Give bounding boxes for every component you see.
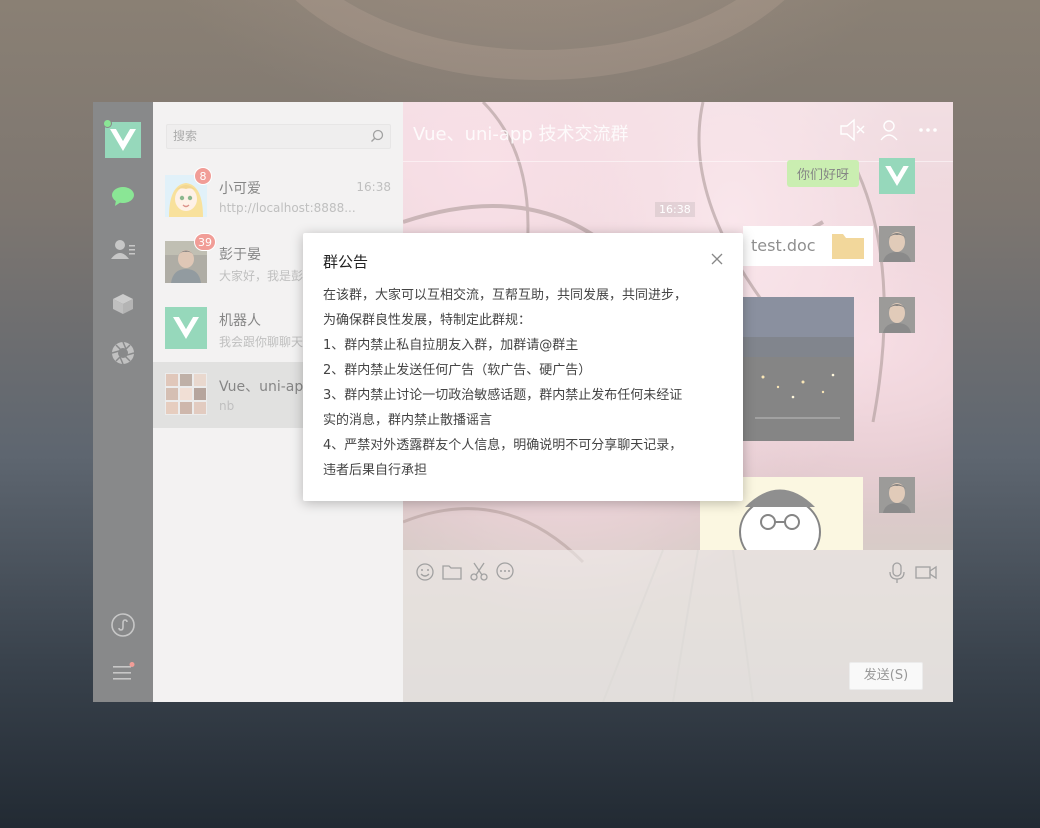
announcement-line: 在该群，大家可以互相交流，互帮互助，共同发展，共同进步，: [323, 288, 688, 303]
announcement-line: 3、群内禁止讨论一切政治敏感话题，群内禁止发布任何未经证: [323, 388, 683, 403]
announcement-line: 违者后果自行承担: [323, 463, 428, 478]
announcement-line: 1、群内禁止私自拉朋友入群，加群请@群主: [323, 338, 579, 353]
dialog-title: 群公告: [323, 253, 369, 271]
announcement-body: 在该群，大家可以互相交流，互帮互助，共同发展，共同进步， 为确保群良性发展，特制…: [323, 283, 723, 483]
close-icon[interactable]: [709, 251, 725, 267]
announcement-line: 4、严禁对外透露群友个人信息，明确说明不可分享聊天记录，: [323, 438, 683, 453]
announcement-line: 实的消息，群内禁止散播谣言: [323, 413, 493, 428]
group-announcement-dialog: 群公告 在该群，大家可以互相交流，互帮互助，共同发展，共同进步， 为确保群良性发…: [303, 233, 743, 501]
announcement-line: 为确保群良性发展，特制定此群规：: [323, 313, 532, 328]
announcement-line: 2、群内禁止发送任何广告（软广告、硬广告）: [323, 363, 592, 378]
